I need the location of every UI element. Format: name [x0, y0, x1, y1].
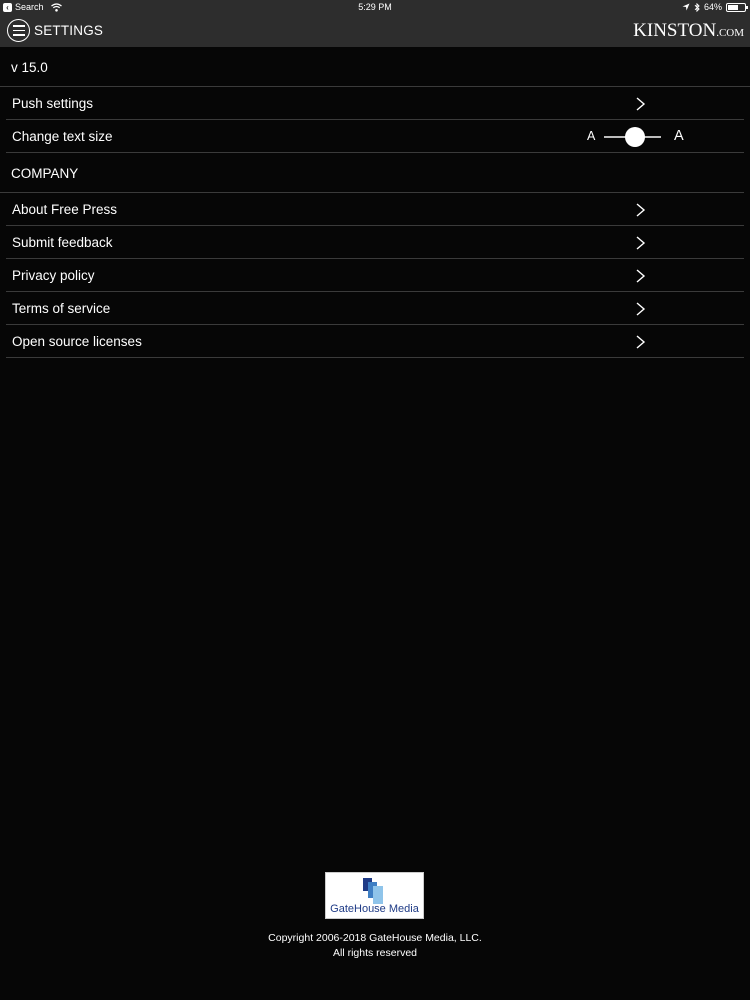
privacy-policy-row[interactable]: Privacy policy: [6, 259, 744, 292]
text-size-large-label: A: [674, 128, 684, 144]
chevron-right-icon: [636, 269, 646, 283]
company-section-header: COMPANY: [0, 153, 744, 193]
menu-button[interactable]: [7, 19, 30, 42]
chevron-right-icon: [636, 203, 646, 217]
privacy-policy-label: Privacy policy: [12, 268, 95, 283]
gatehouse-media-logo: GateHouse Media: [325, 872, 424, 919]
terms-of-service-label: Terms of service: [12, 301, 111, 316]
location-icon: [682, 3, 690, 11]
rights-reserved-line: All rights reserved: [332, 946, 418, 959]
text-size-small-label: A: [587, 129, 596, 143]
text-size-slider-thumb[interactable]: [625, 127, 646, 147]
brand-suffix: .COM: [716, 27, 744, 39]
push-settings-row[interactable]: Push settings: [6, 87, 744, 120]
bluetooth-icon: [694, 2, 700, 12]
chevron-right-icon: [636, 97, 646, 111]
gatehouse-logo-icon: [363, 878, 383, 904]
chevron-right-icon: [636, 236, 646, 250]
chevron-right-icon: [636, 302, 646, 316]
copyright-notice: Copyright 2006-2018 GateHouse Media, LLC…: [0, 931, 750, 960]
app-version: v 15.0: [0, 47, 750, 87]
open-source-licenses-label: Open source licenses: [12, 334, 142, 349]
page-title: SETTINGS: [34, 23, 104, 38]
nav-bar: SETTINGS KINSTON.COM: [0, 15, 750, 47]
hamburger-icon: [12, 25, 25, 27]
brand-logo: KINSTON.COM: [633, 20, 744, 42]
submit-feedback-row[interactable]: Submit feedback: [6, 226, 744, 259]
battery-icon: [726, 2, 748, 12]
battery-percent: 64%: [703, 2, 722, 12]
open-source-licenses-row[interactable]: Open source licenses: [6, 325, 744, 358]
status-time: 5:29 PM: [358, 2, 392, 12]
brand-name: KINSTON: [633, 20, 717, 41]
chevron-right-icon: [636, 335, 646, 349]
text-size-slider[interactable]: [604, 127, 661, 147]
push-settings-label: Push settings: [12, 96, 94, 111]
settings-list: v 15.0 Push settings Change text size A …: [0, 47, 750, 358]
about-row[interactable]: About Free Press: [6, 193, 744, 226]
text-size-label: Change text size: [12, 129, 113, 144]
status-bar: ‹ Search 5:29 PM 64%: [0, 0, 750, 15]
about-label: About Free Press: [12, 202, 118, 217]
text-size-row: Change text size A A: [6, 120, 744, 153]
status-indicators: 64%: [682, 2, 748, 12]
submit-feedback-label: Submit feedback: [12, 235, 113, 250]
gatehouse-logo-text: GateHouse Media: [330, 903, 419, 915]
terms-of-service-row[interactable]: Terms of service: [6, 292, 744, 325]
copyright-line: Copyright 2006-2018 GateHouse Media, LLC…: [268, 932, 482, 944]
